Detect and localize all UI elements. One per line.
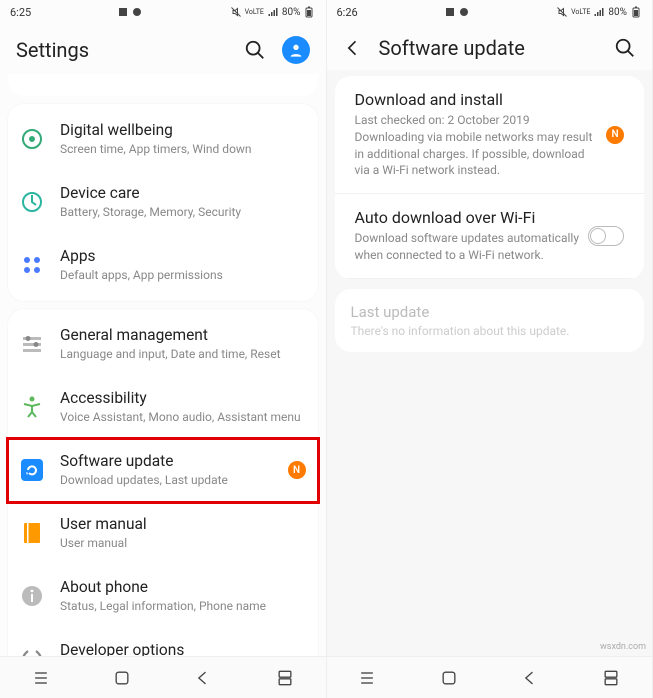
section-subtitle: Last checked on: 2 October 2019 Download… (355, 112, 597, 179)
item-subtitle: Voice Assistant, Mono audio, Assistant m… (60, 410, 306, 426)
accessibility-icon (20, 395, 44, 419)
settings-item-apps[interactable]: Apps Default apps, App permissions (8, 234, 318, 297)
item-title: Developer options (60, 641, 306, 656)
page-title: Software update (379, 36, 599, 60)
status-time: 6:26 (337, 6, 358, 19)
split-button[interactable] (275, 668, 295, 688)
download-and-install[interactable]: Download and install Last checked on: 2 … (335, 76, 645, 194)
profile-avatar[interactable] (282, 36, 310, 64)
item-title: Device care (60, 184, 306, 203)
nav-bar (327, 656, 653, 698)
home-button[interactable] (439, 668, 459, 688)
software-update-screen: 6:26 VoLTE 80% Software update Download … (327, 0, 653, 698)
user-manual-icon (20, 521, 44, 545)
last-update-card: Last update There's no information about… (335, 289, 645, 352)
home-button[interactable] (112, 668, 132, 688)
battery-icon (303, 6, 315, 18)
update-content: Download and install Last checked on: 2 … (327, 70, 653, 656)
settings-card: General management Language and input, Da… (8, 309, 318, 656)
developer-options-icon (20, 647, 44, 656)
settings-screen: 6:25 VoLTE 80% Settings Digital wellbein… (0, 0, 327, 698)
status-left-icons (444, 6, 470, 18)
nav-bar (0, 656, 326, 698)
digital-wellbeing-icon (20, 127, 44, 151)
back-button[interactable] (193, 668, 213, 688)
battery-percent: 80% (282, 7, 301, 18)
update-header: Software update (327, 24, 653, 70)
item-subtitle: Battery, Storage, Memory, Security (60, 205, 306, 221)
general-management-icon (20, 332, 44, 356)
item-subtitle: Language and input, Date and time, Reset (60, 347, 306, 363)
watermark: wsxdn.com (600, 642, 646, 652)
item-title: Software update (60, 452, 272, 471)
item-title: User manual (60, 515, 306, 534)
item-title: General management (60, 326, 306, 345)
settings-item-software-update[interactable]: Software update Download updates, Last up… (8, 439, 318, 502)
settings-item-general-management[interactable]: General management Language and input, Da… (8, 313, 318, 376)
mute-icon (230, 6, 242, 18)
network-indicator: VoLTE (245, 9, 264, 16)
item-subtitle: Download updates, Last update (60, 473, 272, 489)
recents-button[interactable] (357, 668, 377, 688)
update-card: Download and install Last checked on: 2 … (335, 76, 645, 279)
page-title: Settings (16, 38, 228, 62)
battery-percent: 80% (608, 7, 627, 18)
auto-download-toggle[interactable] (588, 226, 624, 246)
status-time: 6:25 (10, 6, 31, 19)
settings-item-device-care[interactable]: Device care Battery, Storage, Memory, Sec… (8, 171, 318, 234)
section-title: Auto download over Wi-Fi (355, 208, 589, 227)
item-subtitle: Default apps, App permissions (60, 268, 306, 284)
settings-header: Settings (0, 24, 326, 74)
notif-icon (444, 6, 456, 18)
status-bar: 6:25 VoLTE 80% (0, 0, 326, 24)
settings-card: Digital wellbeing Screen time, App timers… (8, 104, 318, 301)
about-phone-icon (20, 584, 44, 608)
auto-download-wifi[interactable]: Auto download over Wi-Fi Download softwa… (335, 194, 645, 279)
back-button[interactable] (520, 668, 540, 688)
settings-item-user-manual[interactable]: User manual User manual (8, 502, 318, 565)
search-icon[interactable] (244, 39, 266, 61)
update-badge: N (288, 461, 306, 479)
item-title: Accessibility (60, 389, 306, 408)
settings-item-digital-wellbeing[interactable]: Digital wellbeing Screen time, App timers… (8, 108, 318, 171)
section-title: Download and install (355, 90, 597, 109)
section-subtitle: Download software updates automatically … (355, 230, 589, 264)
device-care-icon (20, 190, 44, 214)
status-bar: 6:26 VoLTE 80% (327, 0, 653, 24)
item-subtitle: Screen time, App timers, Wind down (60, 142, 306, 158)
update-badge: N (606, 126, 624, 144)
partial-card (8, 74, 318, 96)
item-title: About phone (60, 578, 306, 597)
software-update-icon (20, 458, 44, 482)
item-subtitle: User manual (60, 536, 306, 552)
last-update-subtitle: There's no information about this update… (351, 324, 629, 338)
signal-icon (267, 6, 279, 18)
status-right: VoLTE 80% (230, 6, 316, 18)
item-title: Digital wellbeing (60, 121, 306, 140)
network-indicator: VoLTE (571, 9, 590, 16)
status-right: VoLTE 80% (556, 6, 642, 18)
signal-icon (593, 6, 605, 18)
settings-item-about-phone[interactable]: About phone Status, Legal information, Ph… (8, 565, 318, 628)
mute-icon (556, 6, 568, 18)
notif-icon (117, 6, 129, 18)
notif-icon (131, 6, 143, 18)
status-left-icons (117, 6, 143, 18)
item-title: Apps (60, 247, 306, 266)
apps-icon (20, 253, 44, 277)
last-update-title: Last update (351, 303, 629, 321)
battery-icon (630, 6, 642, 18)
settings-item-accessibility[interactable]: Accessibility Voice Assistant, Mono audio… (8, 376, 318, 439)
notif-icon (458, 6, 470, 18)
back-icon[interactable] (343, 38, 363, 58)
recents-button[interactable] (31, 668, 51, 688)
search-icon[interactable] (614, 37, 636, 59)
split-button[interactable] (601, 668, 621, 688)
settings-list[interactable]: Digital wellbeing Screen time, App timers… (0, 74, 326, 656)
settings-item-developer-options[interactable]: Developer optionsDeveloper options (8, 628, 318, 656)
item-subtitle: Status, Legal information, Phone name (60, 599, 306, 615)
